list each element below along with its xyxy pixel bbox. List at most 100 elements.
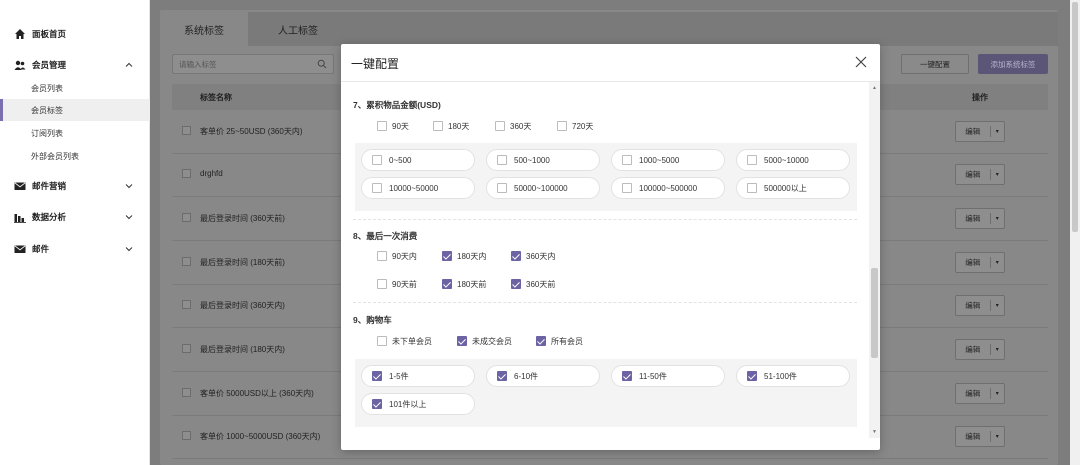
range-option[interactable]: 500000以上	[736, 177, 850, 199]
cart-range-option[interactable]: 51-100件	[736, 365, 850, 387]
sidebar-sub-subscription-list[interactable]: 订阅列表	[0, 122, 150, 144]
row-checkbox[interactable]	[182, 300, 191, 309]
modal-scrollbar-thumb[interactable]	[871, 268, 878, 358]
edit-button[interactable]: 编辑 ▾	[955, 383, 1005, 404]
sidebar-item-members[interactable]: 会员管理	[0, 54, 150, 76]
row-checkbox[interactable]	[182, 431, 191, 440]
scroll-up-icon[interactable]: ▲	[872, 85, 877, 91]
checkbox-last-purchase[interactable]: 90天前	[377, 278, 417, 290]
checkbox-box[interactable]	[377, 279, 387, 289]
edit-button[interactable]: 编辑 ▾	[955, 208, 1005, 229]
checkbox-last-purchase[interactable]: 90天内	[377, 250, 417, 262]
checkbox-box[interactable]	[377, 336, 387, 346]
checkbox-box[interactable]	[497, 155, 507, 165]
chevron-down-icon[interactable]: ▾	[991, 215, 1004, 222]
sidebar-item-email-marketing[interactable]: 邮件营销	[0, 175, 150, 197]
checkbox-360d[interactable]: 360天	[495, 120, 531, 132]
chevron-down-icon[interactable]: ▾	[991, 259, 1004, 266]
checkbox-box[interactable]	[622, 371, 632, 381]
tag-name: 最后登录时间 (360天前)	[200, 214, 285, 223]
row-checkbox[interactable]	[182, 213, 191, 222]
page-scrollbar-thumb[interactable]	[1072, 2, 1078, 232]
checkbox-box[interactable]	[497, 183, 507, 193]
checkbox-box[interactable]	[372, 371, 382, 381]
search-input[interactable]: 请输入标签	[172, 54, 334, 74]
scroll-down-icon[interactable]: ▼	[872, 429, 877, 435]
checkbox-cart-unordered[interactable]: 未下单会员	[377, 335, 432, 347]
checkbox-180d[interactable]: 180天	[433, 120, 469, 132]
row-checkbox[interactable]	[182, 257, 191, 266]
range-option[interactable]: 1000~5000	[611, 149, 725, 171]
range-option[interactable]: 5000~10000	[736, 149, 850, 171]
edit-button[interactable]: 编辑 ▾	[955, 121, 1005, 142]
add-system-tag-button[interactable]: 添加系统标签	[978, 54, 1048, 74]
checkbox-cart-unpaid[interactable]: 未成交会员	[457, 335, 512, 347]
sidebar-item-mail[interactable]: 邮件	[0, 238, 150, 260]
sidebar-item-analytics[interactable]: 数据分析	[0, 206, 150, 228]
page-scrollbar[interactable]	[1070, 0, 1080, 465]
sidebar-sub-member-tags[interactable]: 会员标签	[0, 99, 150, 121]
range-option[interactable]: 100000~500000	[611, 177, 725, 199]
checkbox-box[interactable]	[747, 183, 757, 193]
checkbox-box[interactable]	[747, 371, 757, 381]
chevron-down-icon[interactable]: ▾	[991, 171, 1004, 178]
chevron-down-icon[interactable]: ▾	[991, 433, 1004, 440]
checkbox-last-purchase[interactable]: 180天内	[442, 250, 486, 262]
checkbox-box[interactable]	[622, 155, 632, 165]
edit-button[interactable]: 编辑 ▾	[955, 252, 1005, 273]
checkbox-box[interactable]	[536, 336, 546, 346]
chevron-down-icon[interactable]: ▾	[991, 302, 1004, 309]
row-checkbox[interactable]	[182, 388, 191, 397]
range-option[interactable]: 0~500	[361, 149, 475, 171]
checkbox-last-purchase[interactable]: 360天前	[511, 278, 555, 290]
checkbox-box[interactable]	[457, 336, 467, 346]
checkbox-cart-all[interactable]: 所有会员	[536, 335, 583, 347]
checkbox-box[interactable]	[747, 155, 757, 165]
chevron-down-icon[interactable]: ▾	[991, 346, 1004, 353]
checkbox-box[interactable]	[433, 121, 443, 131]
tag-name: 客单价 1000~5000USD (360天内)	[200, 432, 321, 441]
checkbox-last-purchase[interactable]: 360天内	[511, 250, 555, 262]
edit-button[interactable]: 编辑 ▾	[955, 295, 1005, 316]
modal-scrollbar[interactable]: ▲ ▼	[869, 82, 880, 438]
sidebar-item-label: 会员管理	[32, 60, 67, 70]
row-checkbox[interactable]	[182, 169, 191, 178]
close-icon[interactable]	[854, 55, 868, 69]
checkbox-box[interactable]	[622, 183, 632, 193]
checkbox-box[interactable]	[497, 371, 507, 381]
cart-range-option[interactable]: 6-10件	[486, 365, 600, 387]
range-option[interactable]: 10000~50000	[361, 177, 475, 199]
row-checkbox[interactable]	[182, 344, 191, 353]
checkbox-box[interactable]	[372, 183, 382, 193]
checkbox-box[interactable]	[377, 121, 387, 131]
sidebar-item-dashboard[interactable]: 面板首页	[0, 23, 150, 45]
edit-button[interactable]: 编辑 ▾	[955, 339, 1005, 360]
cart-range-option[interactable]: 1-5件	[361, 365, 475, 387]
checkbox-box[interactable]	[442, 251, 452, 261]
checkbox-box[interactable]	[495, 121, 505, 131]
checkbox-720d[interactable]: 720天	[557, 120, 593, 132]
checkbox-box[interactable]	[442, 279, 452, 289]
checkbox-last-purchase[interactable]: 180天前	[442, 278, 486, 290]
one-click-config-button[interactable]: 一键配置	[901, 54, 969, 74]
edit-button[interactable]: 编辑 ▾	[955, 164, 1005, 185]
range-option[interactable]: 500~1000	[486, 149, 600, 171]
chevron-down-icon[interactable]: ▾	[991, 390, 1004, 397]
range-option[interactable]: 50000~100000	[486, 177, 600, 199]
row-checkbox[interactable]	[182, 126, 191, 135]
cart-range-option[interactable]: 11-50件	[611, 365, 725, 387]
sidebar-sub-external-members[interactable]: 外部会员列表	[0, 145, 150, 167]
checkbox-box[interactable]	[377, 251, 387, 261]
checkbox-box[interactable]	[372, 155, 382, 165]
checkbox-box[interactable]	[511, 279, 521, 289]
checkbox-box[interactable]	[557, 121, 567, 131]
tab-manual-tags[interactable]: 人工标签	[248, 12, 348, 46]
edit-button[interactable]: 编辑 ▾	[955, 426, 1005, 447]
chevron-down-icon[interactable]: ▾	[991, 128, 1004, 135]
cart-range-option[interactable]: 101件以上	[361, 393, 475, 415]
checkbox-90d[interactable]: 90天	[377, 120, 409, 132]
checkbox-box[interactable]	[372, 399, 382, 409]
checkbox-box[interactable]	[511, 251, 521, 261]
tab-system-tags[interactable]: 系统标签	[160, 12, 248, 46]
sidebar-sub-member-list[interactable]: 会员列表	[0, 77, 150, 99]
